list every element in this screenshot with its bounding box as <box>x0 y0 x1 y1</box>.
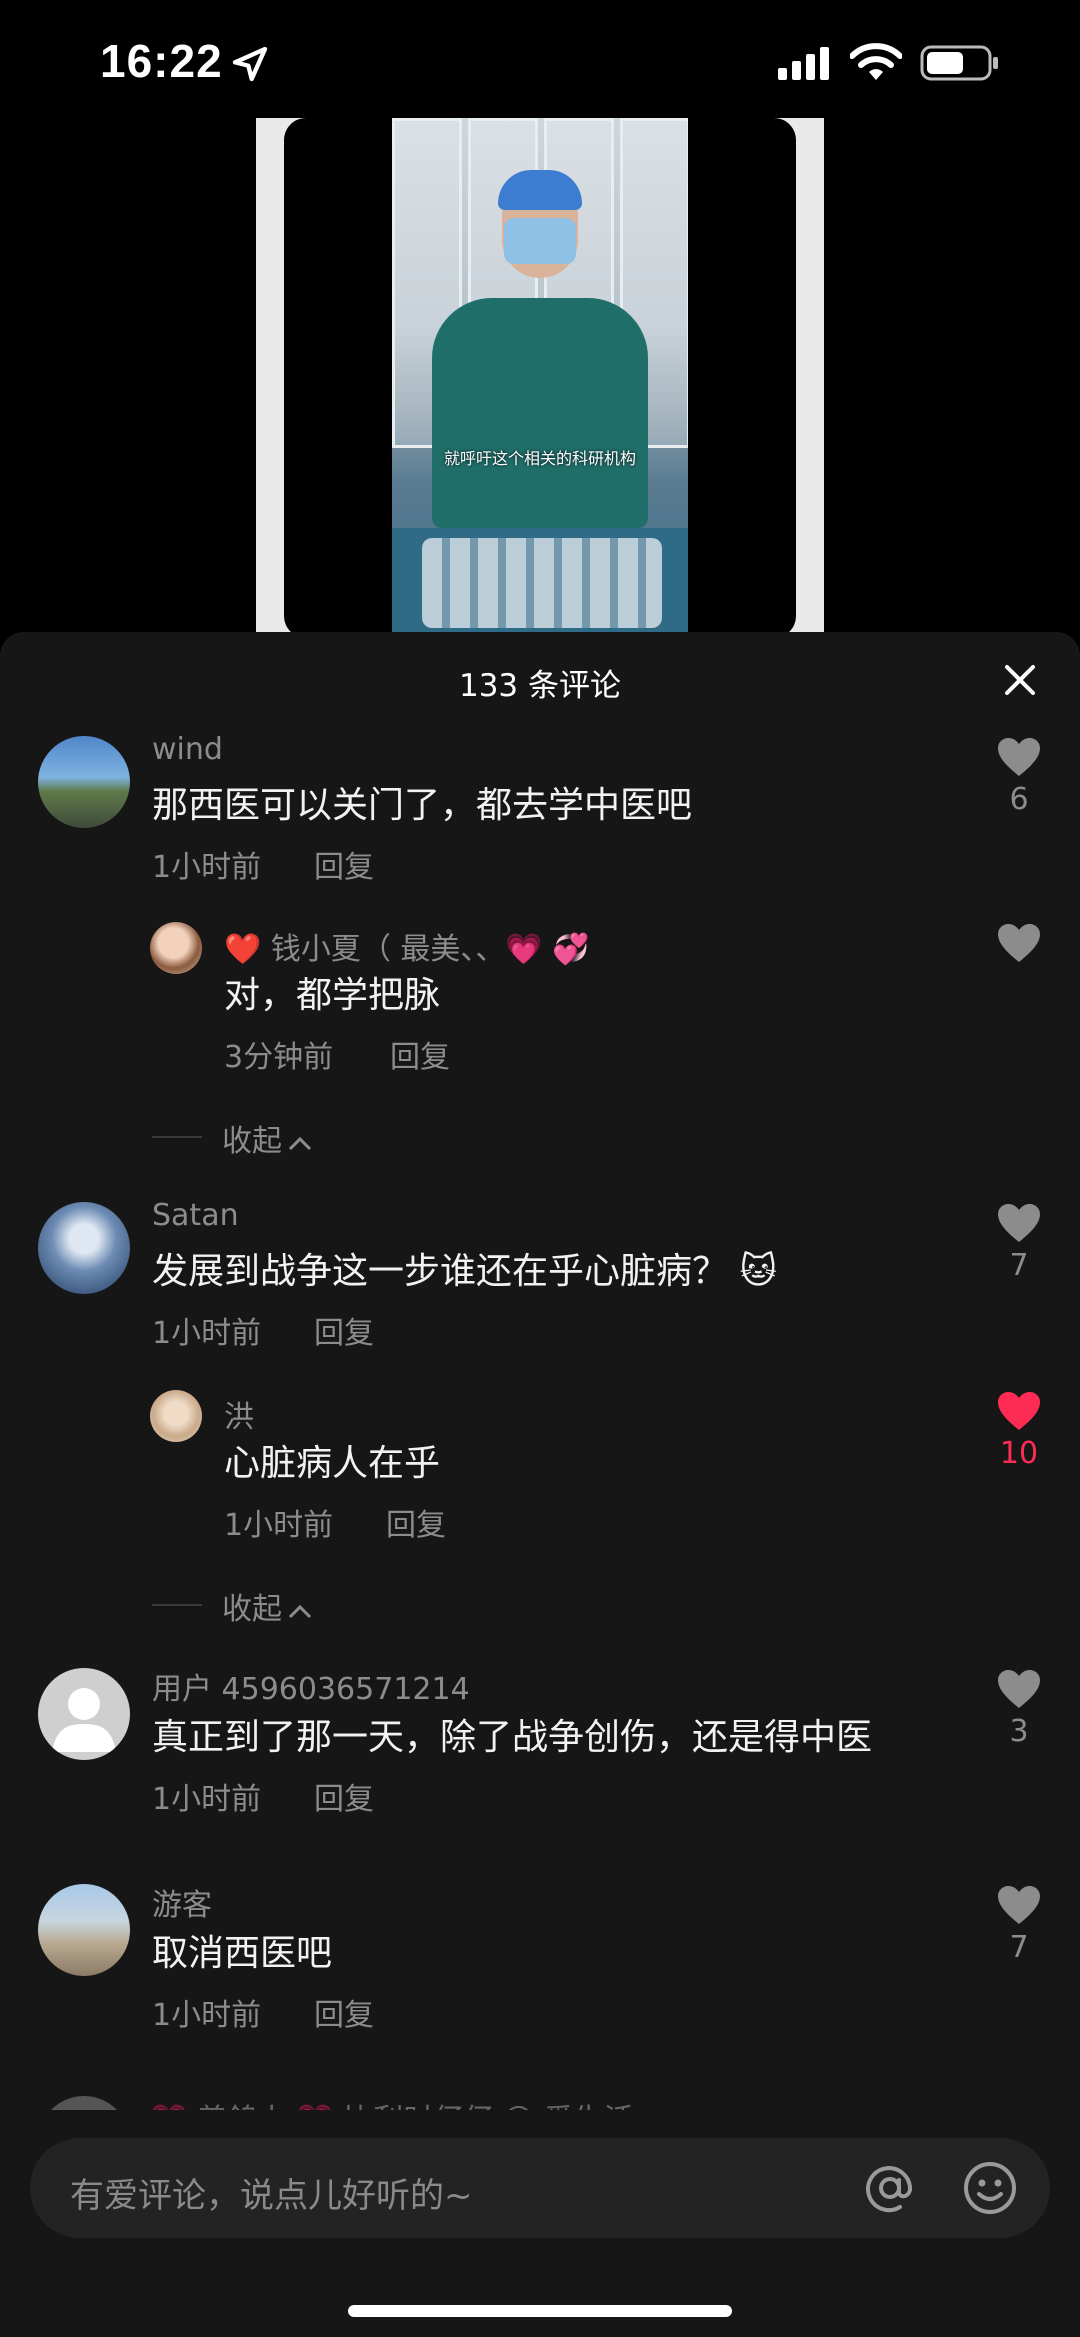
comment-text[interactable]: 心脏病人在乎 <box>224 1434 440 1486</box>
avatar[interactable] <box>150 922 202 974</box>
status-bar: 16:22 <box>0 0 1080 120</box>
like-button[interactable] <box>990 922 1048 964</box>
reply-button[interactable]: 回复 <box>314 1308 374 1352</box>
comment-username[interactable]: ❤️ 钱小夏（ 最美、、💗 💞 <box>224 924 590 968</box>
chevron-up-icon <box>288 1136 312 1150</box>
comment-time: 1小时前 <box>152 1316 262 1351</box>
reply-button[interactable]: 回复 <box>390 1032 450 1076</box>
divider <box>152 1136 202 1138</box>
status-time: 16:22 <box>100 35 223 87</box>
close-icon[interactable] <box>1002 662 1038 698</box>
like-count: 6 <box>1009 782 1029 817</box>
cellular-signal-icon <box>778 47 829 80</box>
reply-button[interactable]: 回复 <box>386 1500 446 1544</box>
like-count: 10 <box>999 1436 1039 1471</box>
person-figure <box>432 298 648 528</box>
like-button[interactable]: 7 <box>990 1884 1048 1965</box>
comment-count-title: 133 条评论 <box>458 668 622 704</box>
comment-time: 1小时前 <box>152 1998 262 2033</box>
emoji-icon[interactable] <box>960 2158 1020 2218</box>
at-mention-icon[interactable] <box>860 2158 920 2218</box>
person-silhouette-icon <box>52 1688 116 1752</box>
divider <box>152 1604 202 1606</box>
collapse-replies-button[interactable]: 收起 <box>222 1584 312 1628</box>
avatar[interactable] <box>150 1390 202 1442</box>
heart-icon <box>998 924 1040 962</box>
like-button[interactable]: 10 <box>990 1390 1048 1471</box>
like-count: 7 <box>1009 1248 1029 1283</box>
chevron-up-icon <box>288 1604 312 1618</box>
reply-button[interactable]: 回复 <box>314 1774 374 1818</box>
like-count: 7 <box>1009 1930 1029 1965</box>
collapse-replies-button[interactable]: 收起 <box>222 1116 312 1160</box>
comment-time: 1小时前 <box>224 1508 334 1543</box>
heart-icon <box>998 1670 1040 1708</box>
reply-button[interactable]: 回复 <box>314 842 374 886</box>
video-subtitle: 就呼吁这个相关的科研机构 <box>443 449 636 468</box>
avatar[interactable] <box>38 736 130 828</box>
avatar[interactable] <box>38 1884 130 1976</box>
avatar[interactable] <box>38 1202 130 1294</box>
comment-username[interactable]: 游客 <box>152 1880 212 1924</box>
comment-username[interactable]: wind <box>152 732 223 767</box>
heart-icon <box>998 1204 1040 1242</box>
comment-username[interactable]: 洪 <box>224 1392 254 1436</box>
heart-icon <box>998 738 1040 776</box>
comment-text[interactable]: 取消西医吧 <box>152 1924 332 1976</box>
comment-text[interactable]: 发展到战争这一步谁还在乎心脏病？ 🐱 <box>152 1242 777 1294</box>
comment-input[interactable]: 有爱评论，说点儿好听的~ <box>30 2138 1050 2238</box>
home-indicator[interactable] <box>348 2305 732 2317</box>
comment-input-bar: 有爱评论，说点儿好听的~ <box>0 2110 1080 2337</box>
video-frame[interactable]: 就呼吁这个相关的科研机构 <box>284 118 796 638</box>
surgical-mask <box>504 218 576 264</box>
comment-time: 3分钟前 <box>224 1040 334 1075</box>
heart-filled-icon <box>998 1392 1040 1430</box>
like-button[interactable]: 7 <box>990 1202 1048 1283</box>
battery-icon <box>920 45 998 81</box>
reply-button[interactable]: 回复 <box>314 1990 374 2034</box>
video-preview[interactable]: 就呼吁这个相关的科研机构 <box>256 118 824 638</box>
comment-input-placeholder: 有爱评论，说点儿好听的~ <box>70 2176 473 2216</box>
location-arrow-icon <box>232 46 268 82</box>
comment-time: 1小时前 <box>152 1782 262 1817</box>
heart-icon <box>998 1886 1040 1924</box>
like-count: 3 <box>1009 1714 1029 1749</box>
like-button[interactable]: 3 <box>990 1668 1048 1749</box>
video-scene: 就呼吁这个相关的科研机构 <box>392 118 688 638</box>
packets <box>422 538 662 628</box>
comment-time: 1小时前 <box>152 850 262 885</box>
like-button[interactable]: 6 <box>990 736 1048 817</box>
collapse-label: 收起 <box>222 1124 282 1159</box>
collapse-label: 收起 <box>222 1592 282 1627</box>
comment-text[interactable]: 那西医可以关门了，都去学中医吧 <box>152 776 692 828</box>
comment-text[interactable]: 真正到了那一天，除了战争创伤，还是得中医 <box>152 1708 872 1760</box>
default-avatar-icon[interactable] <box>38 1668 130 1760</box>
comment-text[interactable]: 对，都学把脉 <box>224 966 440 1018</box>
comment-username[interactable]: 用户 4596036571214 <box>152 1664 470 1708</box>
wifi-icon <box>850 43 902 80</box>
comment-username[interactable]: Satan <box>152 1198 239 1233</box>
comment-sheet: 133 条评论 wind 那西医可以关门了，都去学中医吧 1小时前 回复 6 ❤… <box>0 632 1080 2337</box>
